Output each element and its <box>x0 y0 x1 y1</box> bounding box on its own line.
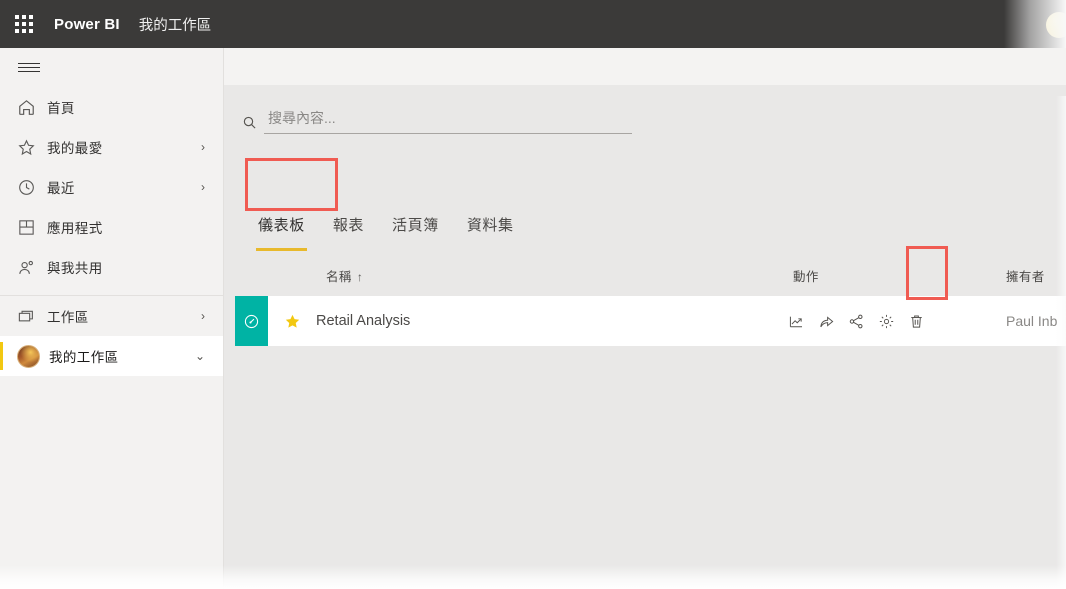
sidebar-item-recent[interactable]: 最近 › <box>0 167 223 207</box>
tab-datasets[interactable]: 資料集 <box>453 210 528 235</box>
home-icon <box>17 98 47 117</box>
sidebar-item-label: 首頁 <box>47 101 75 116</box>
sidebar-item-label: 最近 <box>47 181 75 196</box>
share-network-icon[interactable] <box>848 313 865 330</box>
brand-title[interactable]: Power BI <box>54 16 120 33</box>
sidebar-item-workspaces[interactable]: 工作區 › <box>0 296 223 336</box>
clock-icon <box>17 178 47 197</box>
share-arrow-icon[interactable] <box>818 313 835 330</box>
user-avatar[interactable] <box>1046 12 1066 38</box>
tab-reports[interactable]: 報表 <box>319 210 378 235</box>
sort-ascending-icon[interactable]: ↑ <box>357 270 363 284</box>
active-tab-underline <box>256 248 307 251</box>
tab-label: 活頁簿 <box>392 217 439 234</box>
content-type-tabs: 儀表板 報表 活頁簿 資料集 <box>244 210 528 254</box>
sidebar-item-my-workspace[interactable]: 我的工作區 ⌄ <box>0 336 223 376</box>
delete-trash-icon[interactable] <box>908 313 925 330</box>
table-row[interactable]: Retail Analysis Paul Inb <box>235 296 1066 346</box>
content-top-strip <box>224 48 1066 85</box>
tab-label: 報表 <box>332 217 365 234</box>
apps-grid-icon <box>17 218 47 237</box>
sidebar-item-shared-with-me[interactable]: 與我共用 <box>0 247 223 287</box>
column-header-name[interactable]: 名稱 ↑ <box>326 266 363 285</box>
column-header-owner: 擁有者 <box>1006 270 1045 284</box>
tab-workbooks[interactable]: 活頁簿 <box>378 210 453 235</box>
tab-label: 儀表板 <box>258 217 305 234</box>
breadcrumb-workspace[interactable]: 我的工作區 <box>139 14 212 35</box>
hamburger-menu-icon[interactable] <box>0 48 223 87</box>
main-content-pane: 儀表板 報表 活頁簿 資料集 名稱 ↑ 動作 擁有者 <box>224 48 1066 589</box>
top-header-bar: Power BI 我的工作區 <box>0 0 1066 48</box>
row-action-buttons <box>788 296 925 346</box>
dashboard-owner: Paul Inb <box>1006 313 1058 329</box>
tab-label: 資料集 <box>466 217 514 234</box>
search-box[interactable] <box>242 105 632 139</box>
sidebar-item-label: 工作區 <box>47 310 89 325</box>
settings-gear-icon[interactable] <box>878 313 895 330</box>
shared-users-icon <box>17 258 47 277</box>
analyze-in-excel-icon[interactable] <box>788 313 805 330</box>
selection-indicator <box>0 342 3 370</box>
sidebar-item-favorites[interactable]: 我的最愛 › <box>0 127 223 167</box>
column-header-actions: 動作 <box>793 270 819 284</box>
search-icon <box>242 115 264 130</box>
table-header: 名稱 ↑ 動作 擁有者 <box>224 262 1066 286</box>
power-bi-app: Power BI 我的工作區 首頁 我的最愛 › 最近 › 應用程式 與我共用 … <box>0 0 1066 589</box>
chevron-right-icon[interactable]: › <box>201 310 205 322</box>
user-photo-avatar <box>17 344 40 368</box>
sidebar-item-home[interactable]: 首頁 <box>0 87 223 127</box>
waffle-grid <box>15 15 33 33</box>
chevron-down-icon[interactable]: ⌄ <box>195 350 205 362</box>
sidebar-item-label: 與我共用 <box>47 261 103 276</box>
sidebar-item-label: 我的最愛 <box>47 141 103 156</box>
left-sidebar: 首頁 我的最愛 › 最近 › 應用程式 與我共用 工作區 › 我的工作區 ⌄ <box>0 48 224 589</box>
sidebar-item-label: 應用程式 <box>47 221 103 236</box>
star-filled-icon[interactable] <box>268 313 316 330</box>
tab-dashboards[interactable]: 儀表板 <box>244 210 319 251</box>
column-header-name-label: 名稱 <box>326 270 352 284</box>
chevron-right-icon[interactable]: › <box>201 181 205 193</box>
dashboard-gauge-icon <box>235 296 268 346</box>
sidebar-item-apps[interactable]: 應用程式 <box>0 207 223 247</box>
sidebar-item-label: 我的工作區 <box>49 350 119 365</box>
dashboard-name[interactable]: Retail Analysis <box>316 313 410 329</box>
star-icon <box>17 138 47 157</box>
chevron-right-icon[interactable]: › <box>201 141 205 153</box>
workspaces-icon <box>17 307 47 326</box>
app-launcher-waffle-icon[interactable] <box>0 0 48 48</box>
search-input[interactable] <box>264 110 632 134</box>
